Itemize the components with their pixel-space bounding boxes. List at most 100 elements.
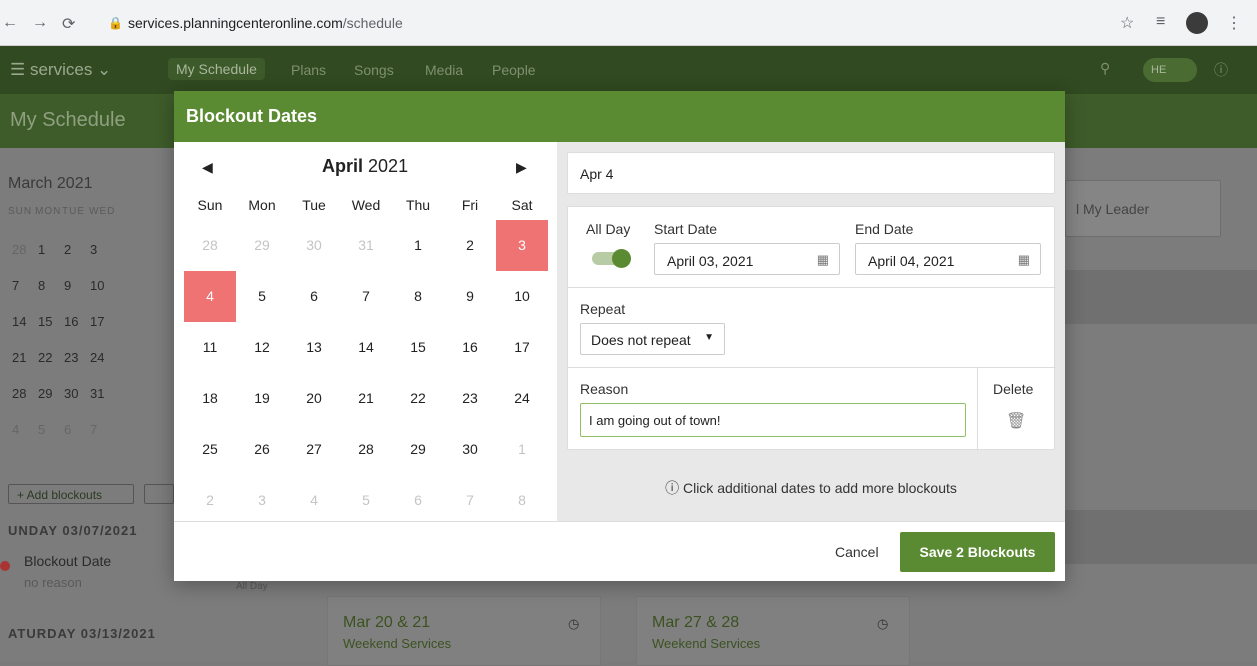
mini-calendar-day[interactable]: 30 xyxy=(64,386,78,401)
mini-calendar-day[interactable]: 24 xyxy=(90,350,104,365)
mini-calendar-day[interactable]: 6 xyxy=(64,422,71,437)
calendar-day[interactable]: 6 xyxy=(288,271,340,322)
calendar-day-selected[interactable]: 4 xyxy=(184,271,236,322)
calendar-day[interactable]: 8 xyxy=(392,271,444,322)
mini-calendar-day[interactable]: 15 xyxy=(38,314,52,329)
background-button[interactable] xyxy=(144,484,174,504)
calendar-day[interactable]: 28 xyxy=(184,220,236,271)
end-date-input[interactable]: April 04, 2021 ▦ xyxy=(855,243,1041,275)
calendar-day[interactable]: 22 xyxy=(392,373,444,424)
add-blockouts-button[interactable]: + Add blockouts xyxy=(8,484,134,504)
mini-calendar-day[interactable]: 28 xyxy=(12,386,26,401)
calendar-day[interactable]: 26 xyxy=(236,424,288,475)
calendar-day[interactable]: 15 xyxy=(392,322,444,373)
kebab-menu-icon[interactable]: ⋮ xyxy=(1226,13,1242,33)
calendar-day[interactable]: 21 xyxy=(340,373,392,424)
calendar-day[interactable]: 28 xyxy=(340,424,392,475)
calendar-day[interactable]: 29 xyxy=(392,424,444,475)
calendar-day[interactable]: 18 xyxy=(184,373,236,424)
all-day-toggle[interactable] xyxy=(592,249,631,268)
calendar-day[interactable]: 13 xyxy=(288,322,340,373)
mini-calendar-day[interactable]: 5 xyxy=(38,422,45,437)
mini-calendar-day[interactable]: 9 xyxy=(64,278,71,293)
user-menu[interactable]: HE xyxy=(1143,58,1197,82)
back-arrow-icon[interactable]: ← xyxy=(2,14,18,32)
reload-icon[interactable]: ⟳ xyxy=(62,14,75,34)
prev-month-arrow-icon[interactable]: ◀ xyxy=(202,159,213,176)
calendar-day[interactable]: 2 xyxy=(444,220,496,271)
mini-calendar-day[interactable]: 8 xyxy=(38,278,45,293)
reading-list-icon[interactable]: ≡ xyxy=(1156,13,1165,31)
mini-calendar-day[interactable]: 31 xyxy=(90,386,104,401)
event-card[interactable]: Mar 20 & 21 Weekend Services ◷ xyxy=(327,596,601,666)
mini-calendar-day[interactable]: 7 xyxy=(90,422,97,437)
nav-my-schedule[interactable]: My Schedule xyxy=(168,58,265,80)
calendar-day[interactable]: 2 xyxy=(184,475,236,526)
mini-calendar-day[interactable]: 7 xyxy=(12,278,19,293)
calendar-day[interactable]: 4 xyxy=(288,475,340,526)
repeat-select[interactable]: Does not repeat ▼ xyxy=(580,323,725,355)
start-date-input[interactable]: April 03, 2021 ▦ xyxy=(654,243,840,275)
calendar-day[interactable]: 3 xyxy=(236,475,288,526)
mini-calendar-day[interactable]: 28 xyxy=(12,242,26,257)
calendar-day[interactable]: 7 xyxy=(444,475,496,526)
app-brand[interactable]: ☰ services ⌄ xyxy=(10,60,111,80)
calendar-day[interactable]: 5 xyxy=(236,271,288,322)
save-blockouts-button[interactable]: Save 2 Blockouts xyxy=(900,532,1055,572)
trash-icon[interactable]: 🗑 xyxy=(1006,411,1026,431)
email-leader-button[interactable]: l My Leader xyxy=(1065,180,1221,237)
mini-calendar-day[interactable]: 23 xyxy=(64,350,78,365)
help-icon[interactable]: ⓘ xyxy=(1214,60,1228,80)
calendar-day[interactable]: 20 xyxy=(288,373,340,424)
calendar-day[interactable]: 9 xyxy=(444,271,496,322)
calendar-day[interactable]: 1 xyxy=(496,424,548,475)
calendar-day[interactable]: 16 xyxy=(444,322,496,373)
calendar-day[interactable]: 25 xyxy=(184,424,236,475)
calendar-day[interactable]: 23 xyxy=(444,373,496,424)
calendar-day[interactable]: 14 xyxy=(340,322,392,373)
mini-calendar-day[interactable]: 10 xyxy=(90,278,104,293)
calendar-day[interactable]: 17 xyxy=(496,322,548,373)
profile-avatar-icon[interactable] xyxy=(1186,12,1208,34)
mini-calendar-day[interactable]: 4 xyxy=(12,422,19,437)
calendar-day[interactable]: 24 xyxy=(496,373,548,424)
calendar-day[interactable]: 5 xyxy=(340,475,392,526)
event-card[interactable]: Mar 27 & 28 Weekend Services ◷ xyxy=(636,596,910,666)
calendar-day[interactable]: 6 xyxy=(392,475,444,526)
address-bar[interactable]: 🔒 services.planningcenteronline.com/sche… xyxy=(92,8,1112,38)
bookmark-star-icon[interactable]: ☆ xyxy=(1120,13,1134,33)
calendar-day[interactable]: 12 xyxy=(236,322,288,373)
calendar-day[interactable]: 29 xyxy=(236,220,288,271)
calendar-day[interactable]: 30 xyxy=(444,424,496,475)
calendar-day[interactable]: 8 xyxy=(496,475,548,526)
calendar-day[interactable]: 19 xyxy=(236,373,288,424)
app-header: ☰ services ⌄ My Schedule Plans Songs Med… xyxy=(0,46,1257,94)
nav-songs[interactable]: Songs xyxy=(354,62,394,78)
calendar-day[interactable]: 30 xyxy=(288,220,340,271)
nav-people[interactable]: People xyxy=(492,62,536,78)
calendar-day[interactable]: 7 xyxy=(340,271,392,322)
next-month-arrow-icon[interactable]: ▶ xyxy=(516,159,527,176)
nav-plans[interactable]: Plans xyxy=(291,62,326,78)
mini-calendar-day[interactable]: 1 xyxy=(38,242,45,257)
blockout-title[interactable]: Blockout Date xyxy=(24,553,111,569)
mini-calendar-day[interactable]: 16 xyxy=(64,314,78,329)
forward-arrow-icon[interactable]: → xyxy=(32,14,48,32)
calendar-day[interactable]: 11 xyxy=(184,322,236,373)
mini-calendar-day[interactable]: 29 xyxy=(38,386,52,401)
mini-calendar-day[interactable]: 17 xyxy=(90,314,104,329)
cancel-button[interactable]: Cancel xyxy=(835,544,879,560)
calendar-day[interactable]: 1 xyxy=(392,220,444,271)
mini-calendar-day[interactable]: 22 xyxy=(38,350,52,365)
nav-media[interactable]: Media xyxy=(425,62,463,78)
mini-calendar-day[interactable]: 2 xyxy=(64,242,71,257)
calendar-day[interactable]: 27 xyxy=(288,424,340,475)
mini-calendar-day[interactable]: 14 xyxy=(12,314,26,329)
calendar-day[interactable]: 10 xyxy=(496,271,548,322)
calendar-day[interactable]: 31 xyxy=(340,220,392,271)
mini-calendar-day[interactable]: 21 xyxy=(12,350,26,365)
mini-calendar-day[interactable]: 3 xyxy=(90,242,97,257)
calendar-day-selected[interactable]: 3 xyxy=(496,220,548,271)
reason-input[interactable]: I am going out of town! xyxy=(580,403,966,437)
search-icon[interactable]: ⚲ xyxy=(1100,60,1110,77)
